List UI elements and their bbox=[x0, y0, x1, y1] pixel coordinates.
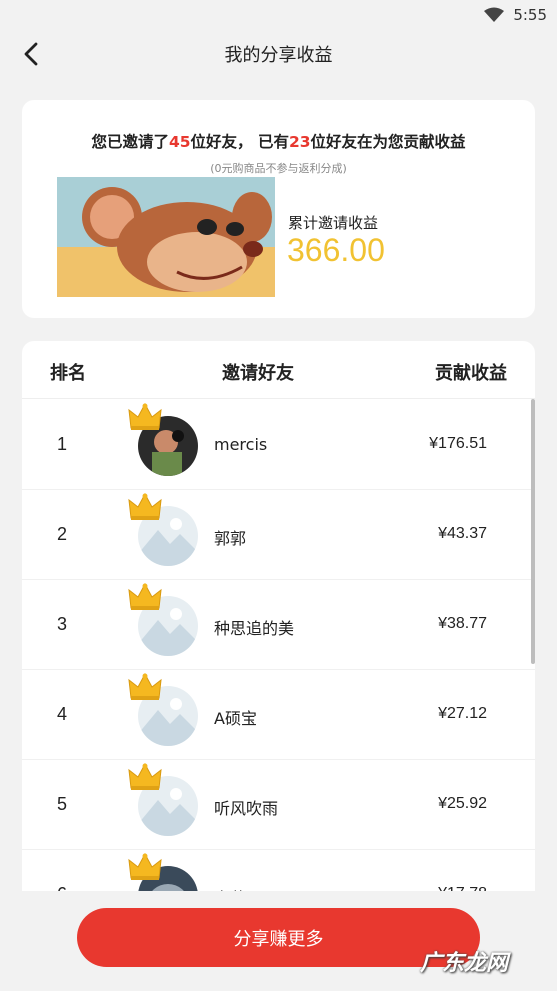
contribution-amount: ¥38.77 bbox=[438, 615, 487, 632]
contribution-amount: ¥43.37 bbox=[438, 525, 487, 542]
crown-icon bbox=[128, 852, 162, 880]
invite-mid: 位好友， 已有 bbox=[190, 133, 289, 151]
rank-number: 4 bbox=[57, 704, 68, 724]
contribution-amount: ¥25.92 bbox=[438, 795, 487, 812]
avatar-wrap bbox=[128, 582, 208, 662]
friend-name: A硕宝 bbox=[214, 709, 257, 728]
back-arrow-icon[interactable] bbox=[18, 40, 46, 68]
summary-note: (0元购商品不参与返利分成) bbox=[210, 162, 347, 175]
watermark: 广东龙网 bbox=[420, 951, 509, 976]
friend-name: 郭郭 bbox=[214, 529, 247, 548]
mascot-image bbox=[57, 177, 275, 297]
crown-icon bbox=[128, 582, 162, 610]
rank-number: 1 bbox=[57, 434, 68, 454]
friend-name: 白菜 bbox=[214, 885, 246, 891]
avatar-wrap bbox=[128, 762, 208, 842]
ranking-row[interactable]: 1 mercis ¥176.51 bbox=[22, 400, 535, 490]
summary-card: 您已邀请了45位好友， 已有23位好友在为您贡献收益 (0元购商品不参与返利分成… bbox=[22, 100, 535, 318]
friend-name: 听风吹雨 bbox=[214, 799, 279, 818]
contribution-amount: ¥17.78 bbox=[438, 885, 487, 891]
invite-prefix: 您已邀请了 bbox=[91, 133, 169, 151]
friend-column-header: 邀请好友 bbox=[222, 363, 294, 384]
avatar-wrap bbox=[128, 852, 208, 891]
invite-suffix: 位好友在为您贡献收益 bbox=[310, 133, 466, 151]
ranking-header: 排名 邀请好友 贡献收益 bbox=[22, 341, 535, 399]
rank-number: 6 bbox=[57, 884, 67, 891]
earnings-label: 累计邀请收益 bbox=[288, 214, 379, 232]
crown-icon bbox=[128, 492, 162, 520]
page-title: 我的分享收益 bbox=[224, 45, 333, 66]
ranking-row[interactable]: 4 A硕宝 ¥27.12 bbox=[22, 670, 535, 760]
ranking-card: 排名 邀请好友 贡献收益 1 mercis ¥176.51 2 郭郭 ¥43.37 3 种思追… bbox=[22, 341, 535, 891]
crown-icon bbox=[128, 672, 162, 700]
friend-name: mercis bbox=[214, 435, 268, 454]
friend-name: 种思追的美 bbox=[214, 619, 295, 638]
ranking-row[interactable]: 6 白菜 ¥17.78 bbox=[22, 850, 535, 891]
contribution-amount: ¥27.12 bbox=[438, 705, 487, 722]
ranking-row[interactable]: 2 郭郭 ¥43.37 bbox=[22, 490, 535, 580]
crown-icon bbox=[128, 762, 162, 790]
rank-number: 5 bbox=[57, 794, 68, 814]
contributing-count: 23 bbox=[288, 133, 311, 151]
avatar-wrap bbox=[128, 492, 208, 572]
avatar-wrap bbox=[128, 672, 208, 752]
earnings-value: 366.00 bbox=[287, 232, 385, 268]
scrollbar[interactable] bbox=[531, 399, 535, 664]
contribution-amount: ¥176.51 bbox=[429, 435, 487, 452]
rank-number: 3 bbox=[57, 614, 68, 634]
ranking-row[interactable]: 5 听风吹雨 ¥25.92 bbox=[22, 760, 535, 850]
invite-summary: 您已邀请了45位好友， 已有23位好友在为您贡献收益 bbox=[22, 130, 535, 152]
rank-number: 2 bbox=[57, 524, 68, 544]
crown-icon bbox=[128, 402, 162, 430]
invited-count: 45 bbox=[168, 133, 191, 151]
rank-column-header: 排名 bbox=[50, 363, 86, 384]
avatar-wrap bbox=[128, 402, 208, 482]
wifi-icon bbox=[484, 7, 505, 22]
app-header: 我的分享收益 bbox=[0, 30, 557, 78]
status-bar: 5:55 bbox=[0, 0, 557, 30]
status-time: 5:55 bbox=[513, 6, 547, 24]
contribution-column-header: 贡献收益 bbox=[435, 363, 507, 384]
ranking-row[interactable]: 3 种思追的美 ¥38.77 bbox=[22, 580, 535, 670]
